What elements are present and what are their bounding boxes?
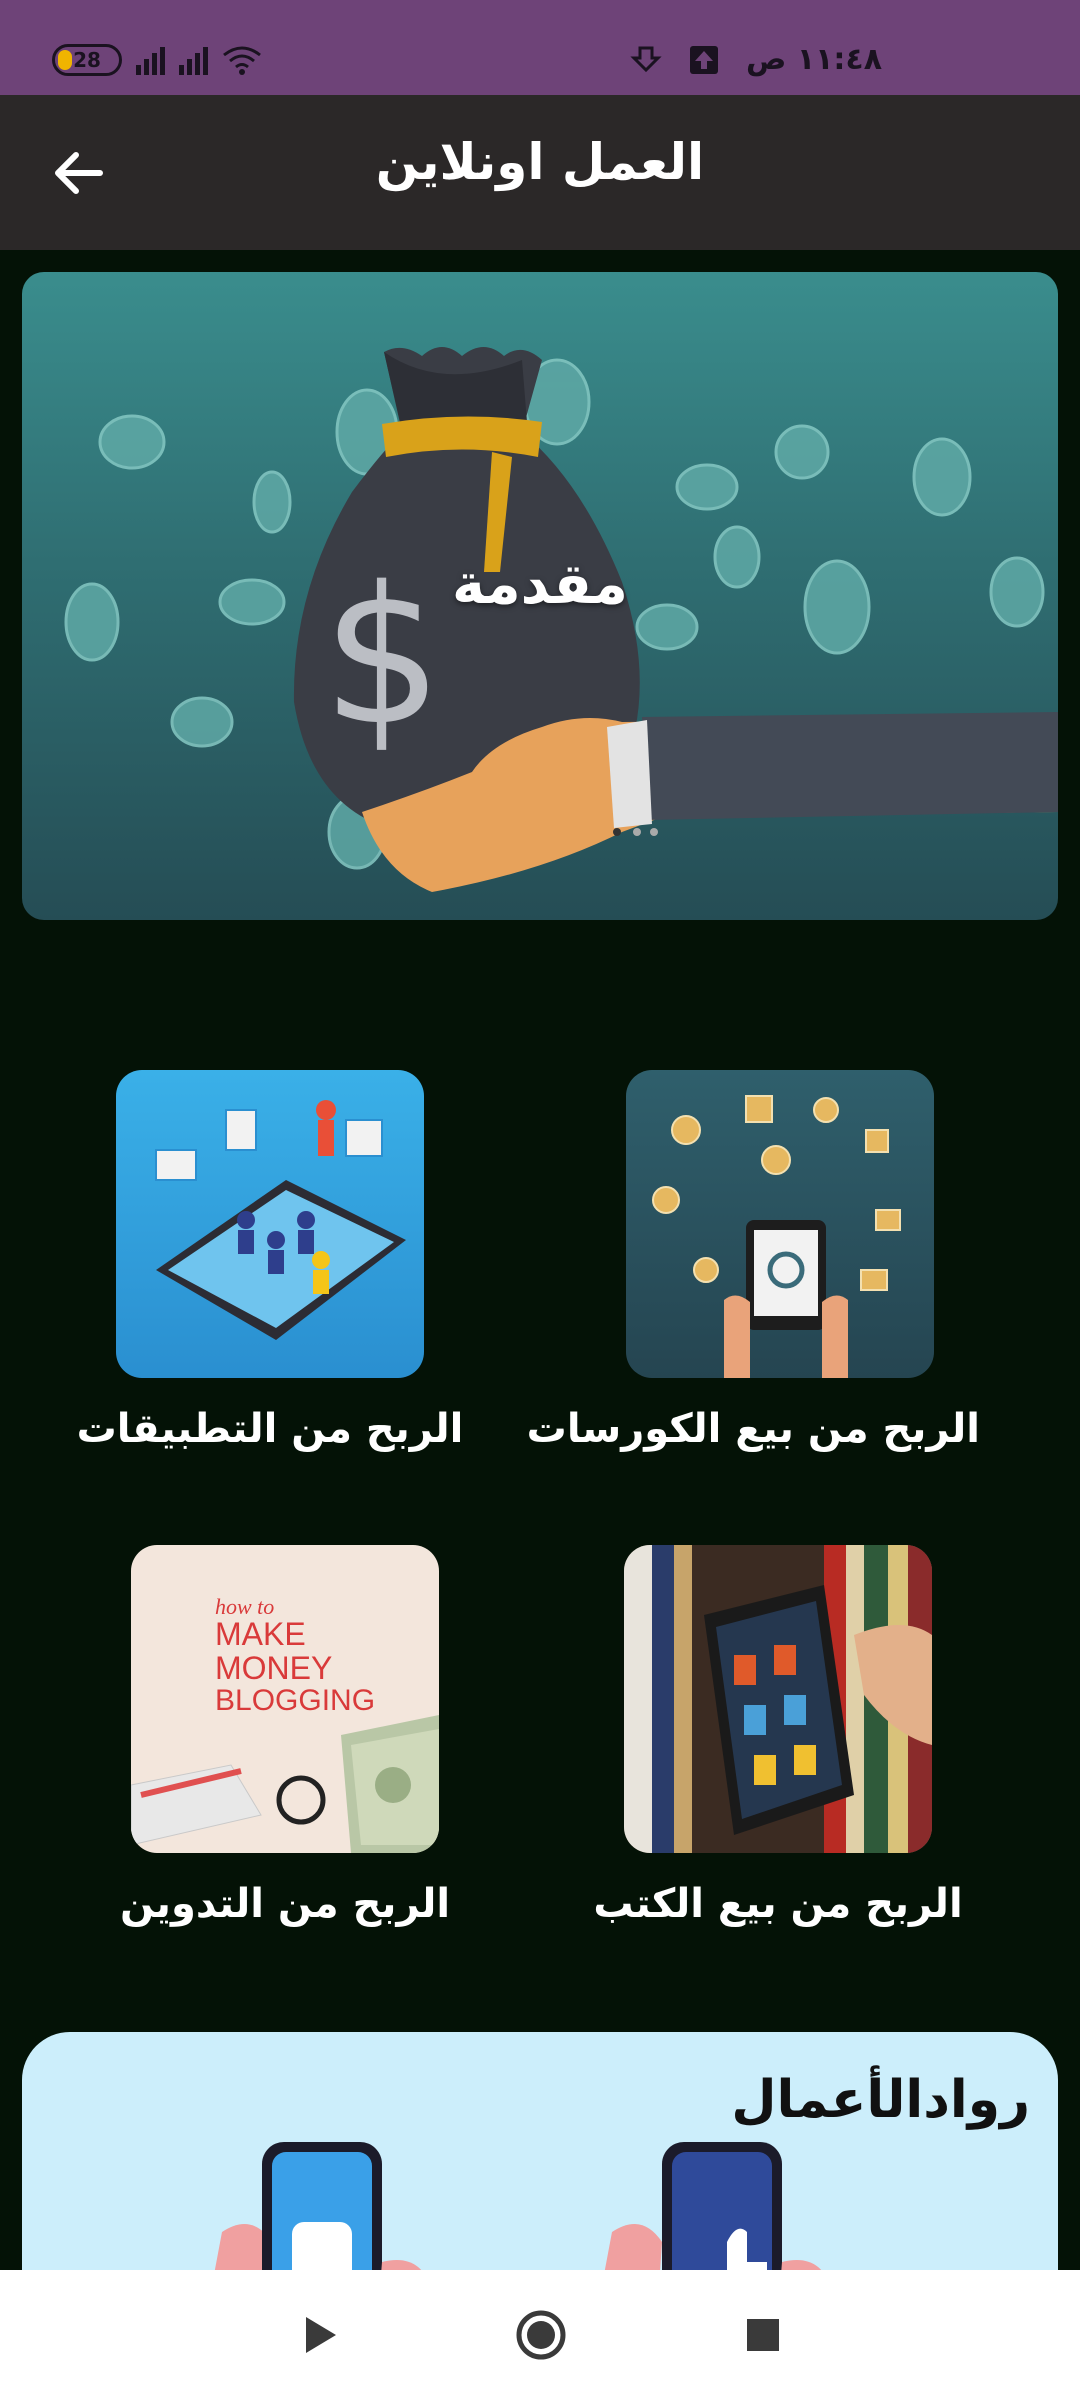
status-icons-center: ١١:٤٨ ص: [630, 42, 882, 77]
intro-title: مقدمة: [452, 552, 628, 617]
clock: ١١:٤٨ ص: [746, 42, 883, 77]
download-icon: [630, 46, 662, 72]
apps-phone-illustration: [116, 1070, 424, 1378]
status-icons-left: 28: [52, 44, 262, 76]
grid-item-label: الربح من التدوين: [119, 1881, 451, 1927]
upload-icon: [690, 45, 718, 74]
square-recents-icon: [747, 2319, 779, 2351]
signal-icon-2: [179, 45, 208, 75]
triangle-back-icon: [306, 2317, 336, 2353]
nav-back-button[interactable]: [287, 2302, 353, 2368]
battery-icon: 28: [52, 44, 122, 76]
grid-item-apps[interactable]: الربح من التطبيقات: [70, 1070, 470, 1452]
battery-level: 28: [73, 48, 101, 72]
grid-item-label: الربح من بيع الكتب: [593, 1881, 963, 1927]
circle-home-icon: [516, 2310, 566, 2360]
grid-item-label: الربح من بيع الكورسات: [526, 1406, 980, 1452]
courses-tablet-illustration: [626, 1070, 934, 1378]
grid-item-label: الربح من التطبيقات: [76, 1406, 464, 1452]
grid-item-courses[interactable]: الربح من بيع الكورسات: [526, 1070, 980, 1452]
status-bar: 28 ١١:٤٨ ص: [0, 0, 1080, 95]
intro-card[interactable]: $ مقدمة: [22, 272, 1058, 920]
grid-item-books[interactable]: الربح من بيع الكتب: [578, 1545, 978, 1927]
ebook-reader-photo: [624, 1545, 932, 1853]
nav-home-button[interactable]: [508, 2302, 574, 2368]
blogging-money-photo: how to MAKE MONEY BLOGGING: [131, 1545, 439, 1853]
signal-icon: [136, 45, 165, 75]
nav-recents-button[interactable]: [730, 2302, 796, 2368]
system-nav-bar: [0, 2270, 1080, 2400]
page-title: العمل اونلاين: [375, 133, 705, 191]
app-bar: العمل اونلاين: [0, 95, 1080, 250]
grid-item-blogging[interactable]: how to MAKE MONEY BLOGGING الربح من التد…: [85, 1545, 485, 1927]
wifi-icon: [223, 46, 261, 75]
